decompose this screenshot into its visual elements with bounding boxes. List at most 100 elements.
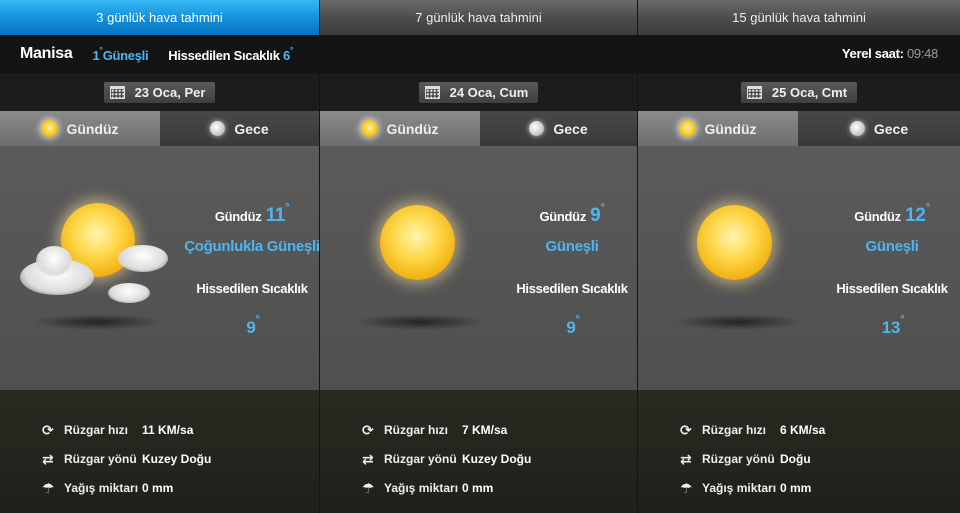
icon-shadow [32,314,162,330]
rain-value: 0 mm [142,481,174,495]
day-label: Gündüz [214,209,262,224]
day-column: 24 Oca, Cum Gündüz Gece Gündüz 9° Güneşl… [320,73,638,513]
umbrella-icon: ☂ [42,479,55,496]
refresh-icon: ⟳ [680,421,692,438]
tab-night[interactable]: Gece [160,111,319,146]
wind-speed-label: Rüzgar hızı [702,423,767,437]
tab-day[interactable]: Gündüz [320,111,480,154]
current-condition-text: Güneşli [102,48,149,63]
feels-value-line: 13° [826,314,960,338]
wind-direction-row: ⇄ Rüzgar yönü Kuzey Doğu [362,449,531,469]
wind-info: ⟳ Rüzgar hızı 7 KM/sa ⇄ Rüzgar yönü Kuzey Do… [320,390,637,513]
day-columns: 23 Oca, Per Gündüz Gece Gündüz 11° Çoğun… [0,73,960,513]
sun-small-icon [41,120,59,137]
local-time: Yerel saat: 09:48 [842,46,938,61]
date-bar: 25 Oca, Cmt [638,73,960,111]
day-temp: 12 [905,205,926,226]
date-pill: 23 Oca, Per [103,81,216,103]
wind-speed-value: 11 KM/sa [142,423,194,437]
current-feels: Hissedilen Sıcaklık 6° [168,45,293,63]
feels-label: Hissedilen Sıcaklık [836,281,948,296]
cloud-icon [108,283,150,303]
calendar-icon [109,85,125,99]
wind-speed-value: 6 KM/sa [780,423,826,437]
tab-7-day[interactable]: 7 günlük hava tahmini [320,0,638,35]
condition-text: Çoğunlukla Güneşli [184,238,320,255]
umbrella-icon: ☂ [362,479,375,496]
current-condition: 1°Güneşli [92,45,148,63]
day-temp-line: Gündüz 9° [506,202,638,228]
day-column: 23 Oca, Per Gündüz Gece Gündüz 11° Çoğun… [0,73,320,513]
wind-direction-label: Rüzgar yönü [702,452,775,466]
tab-night[interactable]: Gece [480,111,637,146]
feels-value-line: 9° [186,314,320,338]
degree-symbol: ° [255,314,260,326]
feels-label: Hissedilen Sıcaklık [516,281,628,296]
day-label: Gündüz [539,209,587,224]
degree-symbol: ° [600,202,605,214]
sun-small-icon [679,120,697,137]
forecast-panel: Gündüz 9° Güneşli Hissedilen Sıcaklık 9° [320,146,637,390]
rain-row: ☂ Yağış miktarı 0 mm [680,478,811,498]
tab-day[interactable]: Gündüz [0,111,160,154]
day-temp-line: Gündüz 11° [184,202,320,228]
feels-value: 13 [881,318,901,337]
date-bar: 24 Oca, Cum [320,73,637,111]
day-temp: 11 [265,205,286,226]
wind-speed-row: ⟳ Rüzgar hızı 7 KM/sa [362,420,507,440]
wind-direction-value: Kuzey Doğu [142,452,212,466]
sun-small-icon [361,120,379,137]
tab-day[interactable]: Gündüz [638,111,798,154]
cloud-icon [118,245,168,272]
wind-speed-value: 7 KM/sa [462,423,508,437]
day-night-toggle: Gündüz Gece [320,111,637,154]
tab-night-label: Gece [234,120,269,137]
forecast-panel: Gündüz 12° Güneşli Hissedilen Sıcaklık 1… [638,146,960,390]
date-pill: 25 Oca, Cmt [740,81,858,103]
date-label: 25 Oca, Cmt [771,84,848,100]
calendar-icon [424,85,440,99]
sun-icon [697,205,772,280]
wind-info: ⟳ Rüzgar hızı 11 KM/sa ⇄ Rüzgar yönü Kuzey D… [0,390,319,513]
swap-arrows-icon: ⇄ [680,450,692,467]
refresh-icon: ⟳ [362,421,374,438]
wind-speed-label: Rüzgar hızı [64,423,129,437]
wind-direction-row: ⇄ Rüzgar yönü Doğu [680,449,811,469]
city-name: Manisa [20,45,73,62]
rain-row: ☂ Yağış miktarı 0 mm [362,478,493,498]
wind-speed-label: Rüzgar hızı [384,423,449,437]
icon-shadow [356,314,484,330]
date-label: 23 Oca, Per [134,84,206,100]
degree-symbol: ° [900,314,905,326]
tab-day-label: Gündüz [704,120,757,137]
day-temp-line: Gündüz 12° [824,202,960,228]
forecast-details: Gündüz 9° Güneşli Hissedilen Sıcaklık 9° [506,202,638,338]
day-label: Gündüz [854,209,901,224]
feels-value-line: 9° [508,314,638,338]
moon-icon [529,121,545,136]
tab-night[interactable]: Gece [798,111,960,146]
tab-3-day[interactable]: 3 günlük hava tahmini [0,0,320,35]
date-pill: 24 Oca, Cum [418,81,539,103]
wind-direction-value: Doğu [780,452,811,466]
rain-label: Yağış miktarı [64,481,139,495]
swap-arrows-icon: ⇄ [42,450,54,467]
day-column: 25 Oca, Cmt Gündüz Gece Gündüz 12° Güneş… [638,73,960,513]
tab-15-day[interactable]: 15 günlük hava tahmini [638,0,960,35]
wind-speed-row: ⟳ Rüzgar hızı 11 KM/sa [42,420,193,440]
tab-night-label: Gece [553,120,588,137]
umbrella-icon: ☂ [680,479,693,496]
wind-direction-label: Rüzgar yönü [384,452,457,466]
feels-label: Hissedilen Sıcaklık [196,281,308,296]
feels-value: 9 [246,318,256,337]
rain-row: ☂ Yağış miktarı 0 mm [42,478,173,498]
degree-symbol: ° [925,202,930,214]
day-temp: 9 [590,205,601,226]
icon-shadow [674,314,802,330]
refresh-icon: ⟳ [42,421,54,438]
swap-arrows-icon: ⇄ [362,450,374,467]
tab-day-label: Gündüz [66,120,119,137]
forecast-details: Gündüz 12° Güneşli Hissedilen Sıcaklık 1… [824,202,960,338]
degree-symbol: ° [285,202,290,214]
forecast-panel: Gündüz 11° Çoğunlukla Güneşli Hissedilen… [0,146,320,390]
